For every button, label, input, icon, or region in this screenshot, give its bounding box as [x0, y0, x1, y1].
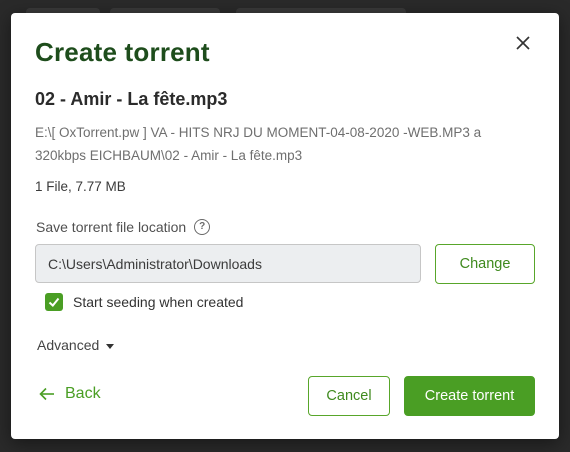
- start-seeding-checkbox[interactable]: Start seeding when created: [45, 293, 243, 311]
- close-button[interactable]: [513, 33, 533, 53]
- create-torrent-button[interactable]: Create torrent: [404, 376, 535, 416]
- dialog-title: Create torrent: [35, 37, 210, 67]
- back-button[interactable]: Back: [39, 385, 101, 403]
- save-location-label: Save torrent file location ?: [36, 219, 211, 235]
- file-info: 1 File, 7.77 MB: [35, 179, 126, 194]
- caret-down-icon: [106, 343, 115, 349]
- file-path: E:\[ OxTorrent.pw ] VA - HITS NRJ DU MOM…: [35, 125, 482, 163]
- start-seeding-label: Start seeding when created: [73, 294, 244, 310]
- advanced-toggle[interactable]: Advanced: [37, 337, 115, 353]
- arrow-left-icon: [39, 387, 54, 401]
- create-torrent-dialog: Create torrent 02 - Amir - La fête.mp3 E…: [11, 13, 559, 439]
- back-label: Back: [65, 385, 101, 402]
- save-location-input[interactable]: [35, 244, 421, 283]
- file-name: 02 - Amir - La fête.mp3: [35, 89, 228, 109]
- check-icon: [48, 297, 60, 307]
- cancel-button[interactable]: Cancel: [308, 376, 390, 416]
- checkbox-box[interactable]: [45, 293, 63, 311]
- save-location-label-text: Save torrent file location: [36, 219, 187, 235]
- close-icon: [516, 36, 530, 50]
- help-icon[interactable]: ?: [194, 219, 211, 235]
- change-button[interactable]: Change: [435, 244, 535, 284]
- advanced-label: Advanced: [37, 337, 100, 353]
